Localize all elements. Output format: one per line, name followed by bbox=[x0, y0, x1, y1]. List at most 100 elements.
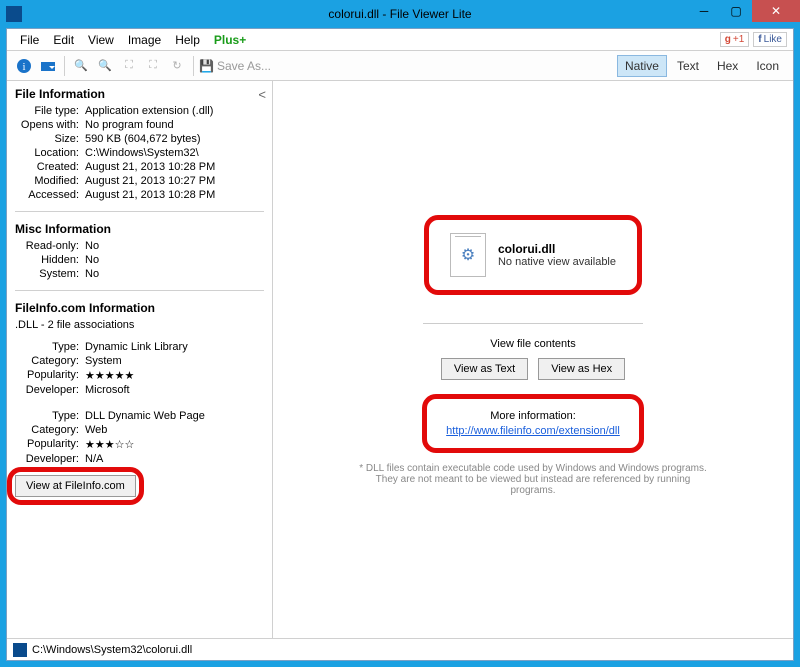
footnote: * DLL files contain executable code used… bbox=[353, 463, 713, 496]
info-row: Category:Web bbox=[15, 424, 264, 436]
info-row: Read-only:No bbox=[15, 240, 264, 252]
info-icon[interactable]: i bbox=[13, 55, 35, 77]
menu-image[interactable]: Image bbox=[121, 31, 168, 49]
facebook-like-button[interactable]: fLike bbox=[753, 32, 787, 47]
info-key: Created: bbox=[15, 161, 85, 173]
menu-view[interactable]: View bbox=[81, 31, 121, 49]
info-row: Location:C:\Windows\System32\ bbox=[15, 147, 264, 159]
info-key: Size: bbox=[15, 133, 85, 145]
file-information-title: File Information bbox=[15, 87, 264, 101]
gear-icon: ⚙ bbox=[461, 245, 475, 265]
zoom-fit-icon: ⛶ bbox=[118, 55, 140, 77]
statusbar: C:\Windows\System32\colorui.dll bbox=[7, 638, 793, 660]
main-view: ⚙ colorui.dll No native view available V… bbox=[273, 81, 793, 638]
view-at-fileinfo-button[interactable]: View at FileInfo.com bbox=[15, 475, 136, 497]
misc-information-section: Misc Information Read-only:NoHidden:NoSy… bbox=[15, 222, 264, 291]
highlight-ring bbox=[422, 394, 644, 453]
info-row: Modified:August 21, 2013 10:27 PM bbox=[15, 175, 264, 187]
view-file-contents-label: View file contents bbox=[490, 338, 575, 350]
info-value: 590 KB (604,672 bytes) bbox=[85, 133, 264, 145]
close-button[interactable]: ✕ bbox=[752, 0, 800, 22]
info-value: C:\Windows\System32\ bbox=[85, 147, 264, 159]
info-row: Developer:N/A bbox=[15, 453, 264, 465]
no-native-view-message: No native view available bbox=[498, 256, 616, 268]
info-value: August 21, 2013 10:28 PM bbox=[85, 161, 264, 173]
minimize-button[interactable]: ─ bbox=[688, 0, 720, 22]
titlebar: colorui.dll - File Viewer Lite ─ ▢ ✕ bbox=[0, 0, 800, 28]
info-value: Application extension (.dll) bbox=[85, 105, 264, 117]
misc-information-title: Misc Information bbox=[15, 222, 264, 236]
google-plus-label: +1 bbox=[733, 34, 744, 45]
menu-file[interactable]: File bbox=[13, 31, 46, 49]
info-row: Developer:Microsoft bbox=[15, 384, 264, 396]
fileinfo-section: FileInfo.com Information .DLL - 2 file a… bbox=[15, 301, 264, 497]
toolbar: i 🔍 🔍 ⛶ ⛶ ↻ 💾 Save As... Native Text Hex… bbox=[7, 51, 793, 81]
info-value: Web bbox=[85, 424, 264, 436]
info-value: No bbox=[85, 268, 264, 280]
zoom-out-icon: 🔍 bbox=[70, 55, 92, 77]
info-row: Created:August 21, 2013 10:28 PM bbox=[15, 161, 264, 173]
info-value: ★★★☆☆ bbox=[85, 438, 264, 451]
info-key: File type: bbox=[15, 105, 85, 117]
fullscreen-icon: ⛶ bbox=[142, 55, 164, 77]
collapse-sidebar-icon[interactable]: < bbox=[258, 87, 266, 102]
window-title: colorui.dll - File Viewer Lite bbox=[0, 7, 800, 21]
info-key: Developer: bbox=[15, 453, 85, 465]
info-key: Category: bbox=[15, 355, 85, 367]
info-row: Size:590 KB (604,672 bytes) bbox=[15, 133, 264, 145]
menu-plus[interactable]: Plus+ bbox=[207, 31, 253, 49]
tab-native[interactable]: Native bbox=[617, 55, 667, 77]
save-as-button: 💾 Save As... bbox=[199, 59, 271, 73]
save-as-label: Save As... bbox=[217, 59, 271, 73]
facebook-like-label: Like bbox=[764, 34, 782, 45]
info-value: N/A bbox=[85, 453, 264, 465]
menubar: File Edit View Image Help Plus+ g+1 fLik… bbox=[7, 29, 793, 51]
info-value: No bbox=[85, 240, 264, 252]
info-value: Microsoft bbox=[85, 384, 264, 396]
svg-text:i: i bbox=[22, 61, 25, 73]
info-row: Type:DLL Dynamic Web Page bbox=[15, 410, 264, 422]
info-key: Read-only: bbox=[15, 240, 85, 252]
open-icon[interactable] bbox=[37, 55, 59, 77]
tab-hex[interactable]: Hex bbox=[709, 55, 746, 77]
info-row: Hidden:No bbox=[15, 254, 264, 266]
info-row: System:No bbox=[15, 268, 264, 280]
tab-icon[interactable]: Icon bbox=[748, 55, 787, 77]
file-name: colorui.dll bbox=[498, 242, 616, 256]
view-as-hex-button[interactable]: View as Hex bbox=[538, 358, 625, 380]
info-row: File type:Application extension (.dll) bbox=[15, 105, 264, 117]
info-value: ★★★★★ bbox=[85, 369, 264, 382]
menu-edit[interactable]: Edit bbox=[46, 31, 81, 49]
info-key: System: bbox=[15, 268, 85, 280]
statusbar-path: C:\Windows\System32\colorui.dll bbox=[32, 644, 192, 656]
info-key: Hidden: bbox=[15, 254, 85, 266]
info-key: Type: bbox=[15, 410, 85, 422]
info-value: No bbox=[85, 254, 264, 266]
info-row: Type:Dynamic Link Library bbox=[15, 341, 264, 353]
info-key: Opens with: bbox=[15, 119, 85, 131]
info-value: August 21, 2013 10:28 PM bbox=[85, 189, 264, 201]
info-value: Dynamic Link Library bbox=[85, 341, 264, 353]
divider bbox=[423, 323, 643, 324]
info-value: August 21, 2013 10:27 PM bbox=[85, 175, 264, 187]
info-key: Category: bbox=[15, 424, 85, 436]
info-key: Popularity: bbox=[15, 438, 85, 451]
info-value: System bbox=[85, 355, 264, 367]
more-information-link[interactable]: http://www.fileinfo.com/extension/dll bbox=[446, 425, 620, 437]
floppy-icon: 💾 bbox=[199, 59, 214, 73]
maximize-button[interactable]: ▢ bbox=[720, 0, 752, 22]
more-information-label: More information: bbox=[446, 410, 620, 422]
statusbar-icon bbox=[13, 643, 27, 657]
google-plus-button[interactable]: g+1 bbox=[720, 32, 750, 47]
info-row: Accessed:August 21, 2013 10:28 PM bbox=[15, 189, 264, 201]
info-key: Location: bbox=[15, 147, 85, 159]
info-row: Popularity:★★★★★ bbox=[15, 369, 264, 382]
sidebar: < File Information File type:Application… bbox=[7, 81, 273, 638]
file-information-section: File Information File type:Application e… bbox=[15, 87, 264, 212]
info-key: Accessed: bbox=[15, 189, 85, 201]
tab-text[interactable]: Text bbox=[669, 55, 707, 77]
info-key: Type: bbox=[15, 341, 85, 353]
view-as-text-button[interactable]: View as Text bbox=[441, 358, 528, 380]
menu-help[interactable]: Help bbox=[168, 31, 207, 49]
info-value: No program found bbox=[85, 119, 264, 131]
